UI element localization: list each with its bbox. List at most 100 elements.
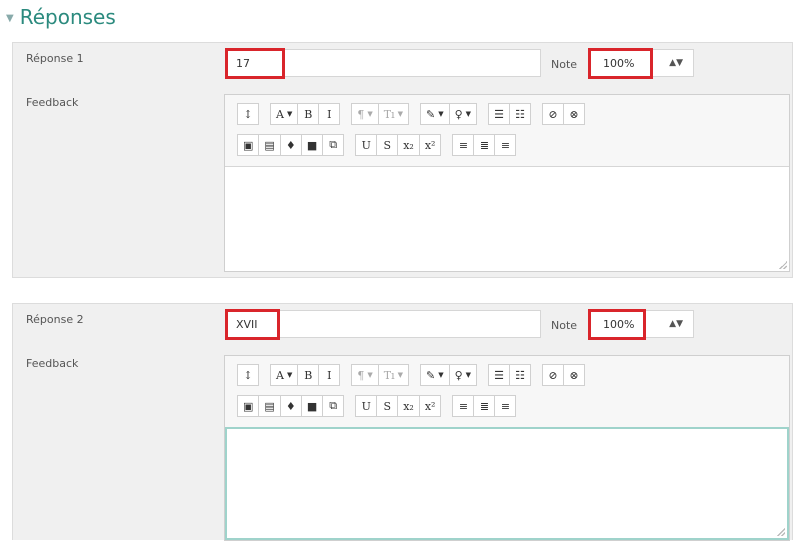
toolbar-group: ⊘ ⊗ — [542, 364, 586, 386]
bold-icon[interactable]: B — [297, 364, 320, 386]
superscript-icon[interactable]: x² — [418, 134, 442, 156]
record-audio-icon[interactable]: ♦ — [279, 395, 302, 417]
collapse-icon[interactable]: ↕ — [237, 364, 259, 386]
bullet-list-icon-glyph: ☰ — [494, 368, 504, 382]
bullet-list-icon[interactable]: ☰ — [488, 103, 511, 125]
record-video-icon-glyph: ■ — [306, 399, 318, 413]
font-size-icon[interactable]: A ▼ — [270, 364, 299, 386]
unlink-icon-glyph: ⊗ — [569, 368, 579, 382]
text-style-icon-glyph: Tı — [383, 368, 395, 382]
text-style-icon[interactable]: Tı ▼ — [377, 364, 409, 386]
bullet-list-icon[interactable]: ☰ — [488, 364, 511, 386]
image-icon[interactable]: ▣ — [237, 134, 260, 156]
grade-label: Note — [551, 58, 578, 71]
highlight-color-icon-glyph: ♀ — [454, 368, 463, 382]
underline-icon[interactable]: U — [355, 395, 378, 417]
toolbar-group: U Sx₂ x² — [355, 134, 442, 156]
link-icon-glyph: ⊘ — [548, 107, 558, 121]
numbered-list-icon[interactable]: ☷ — [509, 364, 532, 386]
grade-label: Note — [551, 319, 578, 332]
chevron-down-icon: ▼ — [286, 110, 293, 118]
strikethrough-icon[interactable]: S — [376, 134, 399, 156]
feedback-text-area[interactable] — [225, 427, 789, 540]
chevron-down-icon: ▼ — [367, 371, 373, 379]
link-icon[interactable]: ⊘ — [542, 364, 565, 386]
select-arrows-icon: ▲▼ — [669, 58, 683, 68]
align-left-icon-glyph: ≡ — [458, 138, 469, 152]
highlight-color-icon[interactable]: ♀ ▼ — [448, 103, 478, 125]
collapse-icon-glyph: ↕ — [243, 107, 253, 121]
chevron-down-icon: ▼ — [438, 371, 444, 379]
underline-icon-glyph: U — [361, 399, 371, 413]
unlink-icon[interactable]: ⊗ — [563, 364, 586, 386]
toolbar-row-1: ↕ A ▼ B I ¶ ▼ Tı ▼ ✎ ▼ ♀ ▼ ☰ ☷ ⊘ ⊗ — [237, 103, 596, 125]
answer-input[interactable]: 17 — [225, 49, 541, 77]
underline-icon[interactable]: U — [355, 134, 378, 156]
italic-icon[interactable]: I — [318, 364, 341, 386]
toolbar-group: ↕ — [237, 364, 259, 386]
collapse-icon[interactable]: ↕ — [237, 103, 259, 125]
image-icon-glyph: ▣ — [243, 399, 254, 413]
paragraph-style-icon[interactable]: ¶ ▼ — [351, 364, 379, 386]
media-file-icon[interactable]: ▤ — [258, 134, 281, 156]
grade-select[interactable]: 100% ▲▼ — [588, 49, 694, 77]
section-header-reponses[interactable]: ▼ Réponses — [6, 4, 116, 30]
align-right-icon[interactable]: ≡ — [494, 395, 517, 417]
toolbar-group: ¶ ▼ Tı ▼ — [351, 103, 409, 125]
image-icon-glyph: ▣ — [243, 138, 254, 152]
media-file-icon-glyph: ▤ — [264, 399, 275, 413]
text-style-icon-glyph: Tı — [383, 107, 395, 121]
subscript-icon[interactable]: x₂ — [397, 134, 420, 156]
resize-handle-icon[interactable] — [777, 528, 785, 536]
align-right-icon-glyph: ≡ — [500, 399, 511, 413]
resize-handle-icon[interactable] — [779, 261, 787, 269]
collapse-caret-icon[interactable]: ▼ — [6, 13, 14, 24]
subscript-icon[interactable]: x₂ — [397, 395, 420, 417]
superscript-icon[interactable]: x² — [418, 395, 442, 417]
align-left-icon[interactable]: ≡ — [452, 395, 475, 417]
toolbar-group: ✎ ▼ ♀ ▼ — [419, 103, 478, 125]
answer-value: 17 — [236, 56, 250, 70]
align-center-icon[interactable]: ≣ — [473, 134, 496, 156]
text-style-icon[interactable]: Tı ▼ — [377, 103, 409, 125]
manage-files-icon-glyph: ⧉ — [329, 138, 338, 151]
highlight-color-icon[interactable]: ♀ ▼ — [448, 364, 478, 386]
bold-icon-glyph: B — [304, 368, 313, 382]
strikethrough-icon[interactable]: S — [376, 395, 399, 417]
numbered-list-icon[interactable]: ☷ — [509, 103, 532, 125]
italic-icon-glyph: I — [327, 107, 332, 121]
image-icon[interactable]: ▣ — [237, 395, 260, 417]
font-color-icon[interactable]: ✎ ▼ — [419, 364, 450, 386]
bold-icon[interactable]: B — [297, 103, 320, 125]
toolbar-group: ✎ ▼ ♀ ▼ — [419, 364, 478, 386]
chevron-down-icon: ▼ — [465, 371, 472, 379]
media-file-icon[interactable]: ▤ — [258, 395, 281, 417]
record-audio-icon[interactable]: ♦ — [279, 134, 302, 156]
chevron-down-icon: ▼ — [438, 110, 444, 118]
toolbar-group: ☰ ☷ — [488, 364, 532, 386]
align-center-icon[interactable]: ≣ — [473, 395, 496, 417]
font-color-icon[interactable]: ✎ ▼ — [419, 103, 450, 125]
paragraph-style-icon[interactable]: ¶ ▼ — [351, 103, 379, 125]
align-center-icon-glyph: ≣ — [479, 138, 490, 152]
subscript-icon-glyph: x₂ — [403, 399, 414, 413]
toolbar-group: ≡ ≣ ≡ — [452, 395, 517, 417]
record-video-icon[interactable]: ■ — [300, 134, 324, 156]
feedback-text-area[interactable] — [225, 166, 789, 271]
record-video-icon[interactable]: ■ — [300, 395, 324, 417]
strikethrough-icon-glyph: S — [383, 399, 391, 413]
font-size-icon[interactable]: A ▼ — [270, 103, 299, 125]
align-right-icon[interactable]: ≡ — [494, 134, 517, 156]
answer-input[interactable]: XVII — [225, 310, 541, 338]
toolbar-group: A ▼ B I — [270, 103, 341, 125]
chevron-down-icon: ▼ — [367, 110, 373, 118]
unlink-icon[interactable]: ⊗ — [563, 103, 586, 125]
italic-icon[interactable]: I — [318, 103, 341, 125]
italic-icon-glyph: I — [327, 368, 332, 382]
manage-files-icon[interactable]: ⧉ — [322, 134, 345, 156]
grade-select[interactable]: 100% ▲▼ — [588, 310, 694, 338]
manage-files-icon[interactable]: ⧉ — [322, 395, 345, 417]
paragraph-style-icon-glyph: ¶ — [357, 107, 365, 121]
link-icon[interactable]: ⊘ — [542, 103, 565, 125]
align-left-icon[interactable]: ≡ — [452, 134, 475, 156]
